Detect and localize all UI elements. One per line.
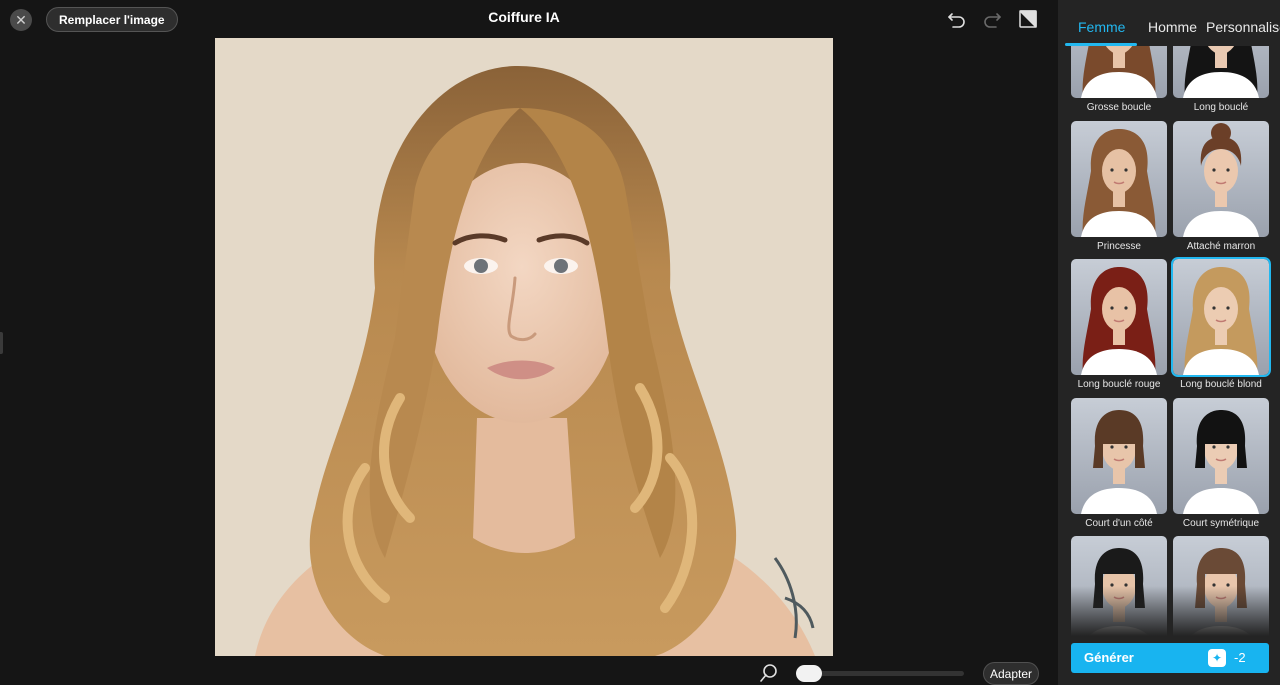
hairstyle-label: Grosse boucle	[1086, 102, 1152, 113]
hairstyle-label: Court d'un côté	[1085, 517, 1153, 529]
hairstyle-thumbnail	[1071, 259, 1167, 375]
hairstyle-card[interactable]: Long bouclé rouge	[1070, 259, 1168, 398]
gender-tabs: Femme Homme Personnalise	[1058, 0, 1280, 46]
hairstyle-label: Long bouclé rouge	[1077, 379, 1161, 390]
app-window: ✕ Remplacer l'image Coiffure IA Adapter …	[0, 0, 1280, 685]
replace-image-button[interactable]: Remplacer l'image	[46, 7, 178, 32]
hairstyle-label: Long bouclé blond	[1180, 379, 1262, 390]
hairstyle-label: Attaché marron	[1186, 240, 1256, 252]
tab-femme[interactable]: Femme	[1078, 19, 1125, 35]
generate-label: Générer	[1084, 650, 1134, 665]
compare-button[interactable]	[1017, 8, 1039, 30]
hairstyle-card[interactable]: Princesse	[1070, 120, 1168, 260]
hairstyle-label: Court symétrique	[1182, 517, 1260, 529]
compare-icon	[1019, 10, 1037, 28]
hairstyle-card[interactable]: Court d'un côté	[1070, 397, 1168, 537]
hairstyle-card[interactable]: Court symétrique	[1172, 397, 1270, 537]
tab-homme[interactable]: Homme	[1148, 19, 1197, 35]
editor-area: ✕ Remplacer l'image Coiffure IA Adapter	[0, 0, 1058, 685]
side-collapse-handle[interactable]	[0, 332, 3, 354]
fit-button[interactable]: Adapter	[983, 662, 1039, 685]
hairstyle-thumbnail	[1173, 46, 1269, 98]
credit-cost: -2	[1234, 650, 1246, 665]
hairstyle-thumbnail	[1171, 257, 1271, 377]
hairstyle-thumbnail	[1173, 120, 1269, 237]
hairstyle-card[interactable]: Attaché marron	[1172, 120, 1270, 260]
hairstyle-card[interactable]: Grosse boucle	[1070, 46, 1168, 121]
redo-button[interactable]	[981, 8, 1003, 30]
hairstyle-label: Princesse	[1097, 240, 1141, 252]
hairstyle-thumbnail	[1071, 120, 1167, 237]
hairstyle-grid: Grosse boucle Long bouclé Princesse Attaché…	[1070, 46, 1271, 636]
page-title: Coiffure IA	[488, 9, 560, 25]
redo-icon	[984, 13, 1001, 28]
hairstyle-card[interactable]: Long bouclé blond	[1171, 257, 1271, 398]
edited-photo	[215, 38, 833, 656]
close-icon: ✕	[15, 11, 27, 28]
hairstyle-grid-viewport[interactable]: Grosse boucle Long bouclé Princesse Attaché…	[1058, 46, 1280, 636]
undo-button[interactable]	[946, 8, 968, 30]
hairstyle-thumbnail	[1071, 397, 1167, 514]
tab-personnalise[interactable]: Personnalise	[1206, 19, 1280, 35]
hairstyle-card[interactable]: Long bouclé	[1172, 46, 1270, 121]
close-button[interactable]: ✕	[10, 9, 32, 31]
zoom-icon	[760, 664, 777, 682]
hairstyle-panel: Femme Homme Personnalise Grosse boucle Lo…	[1058, 0, 1280, 685]
scroll-fade	[1058, 586, 1280, 636]
hairstyle-thumbnail	[1173, 397, 1269, 514]
hairstyle-label: Long bouclé	[1193, 102, 1249, 113]
zoom-slider-thumb[interactable]	[796, 665, 822, 682]
undo-icon	[948, 13, 965, 28]
zoom-button[interactable]	[759, 663, 779, 683]
zoom-slider-track[interactable]	[797, 671, 964, 676]
generate-button[interactable]: Générer ✦ -2	[1071, 643, 1269, 673]
hairstyle-thumbnail	[1071, 46, 1167, 98]
sparkle-credit-icon: ✦	[1208, 649, 1226, 667]
